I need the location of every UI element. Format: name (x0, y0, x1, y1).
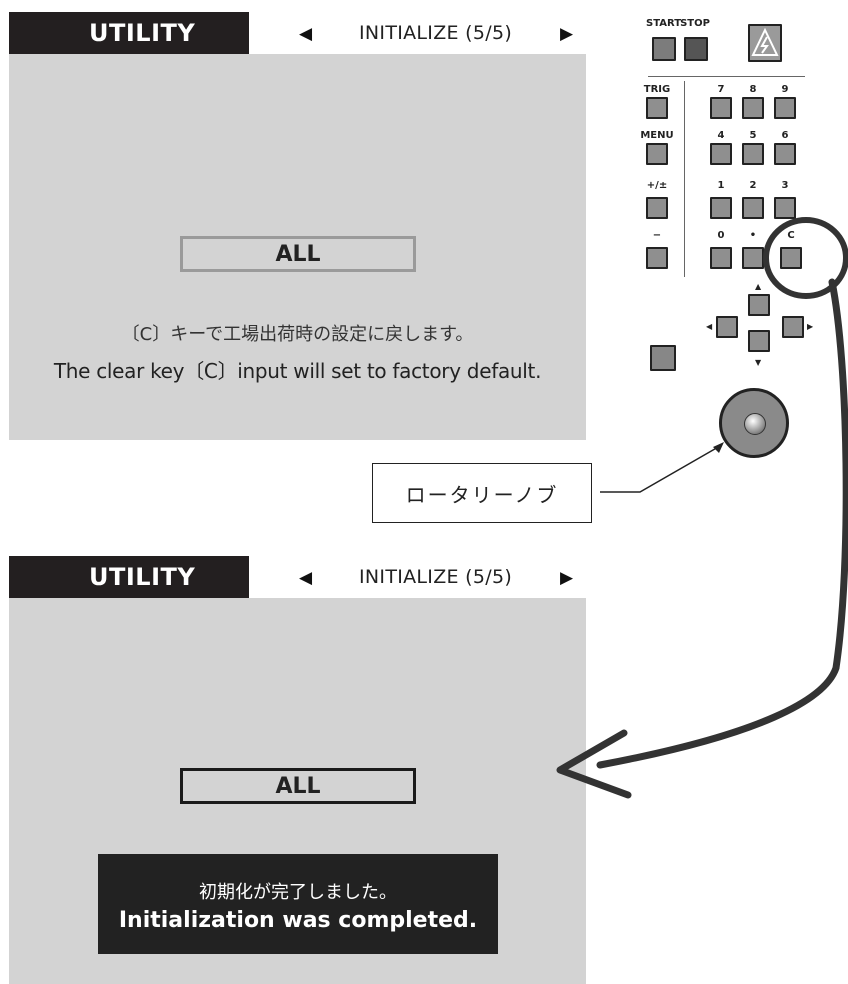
result-flow-arrow (596, 278, 848, 769)
callout-leader-line (600, 445, 721, 493)
callout-arrowhead (713, 442, 724, 453)
rotary-knob-callout: ロータリーノブ (372, 463, 592, 523)
